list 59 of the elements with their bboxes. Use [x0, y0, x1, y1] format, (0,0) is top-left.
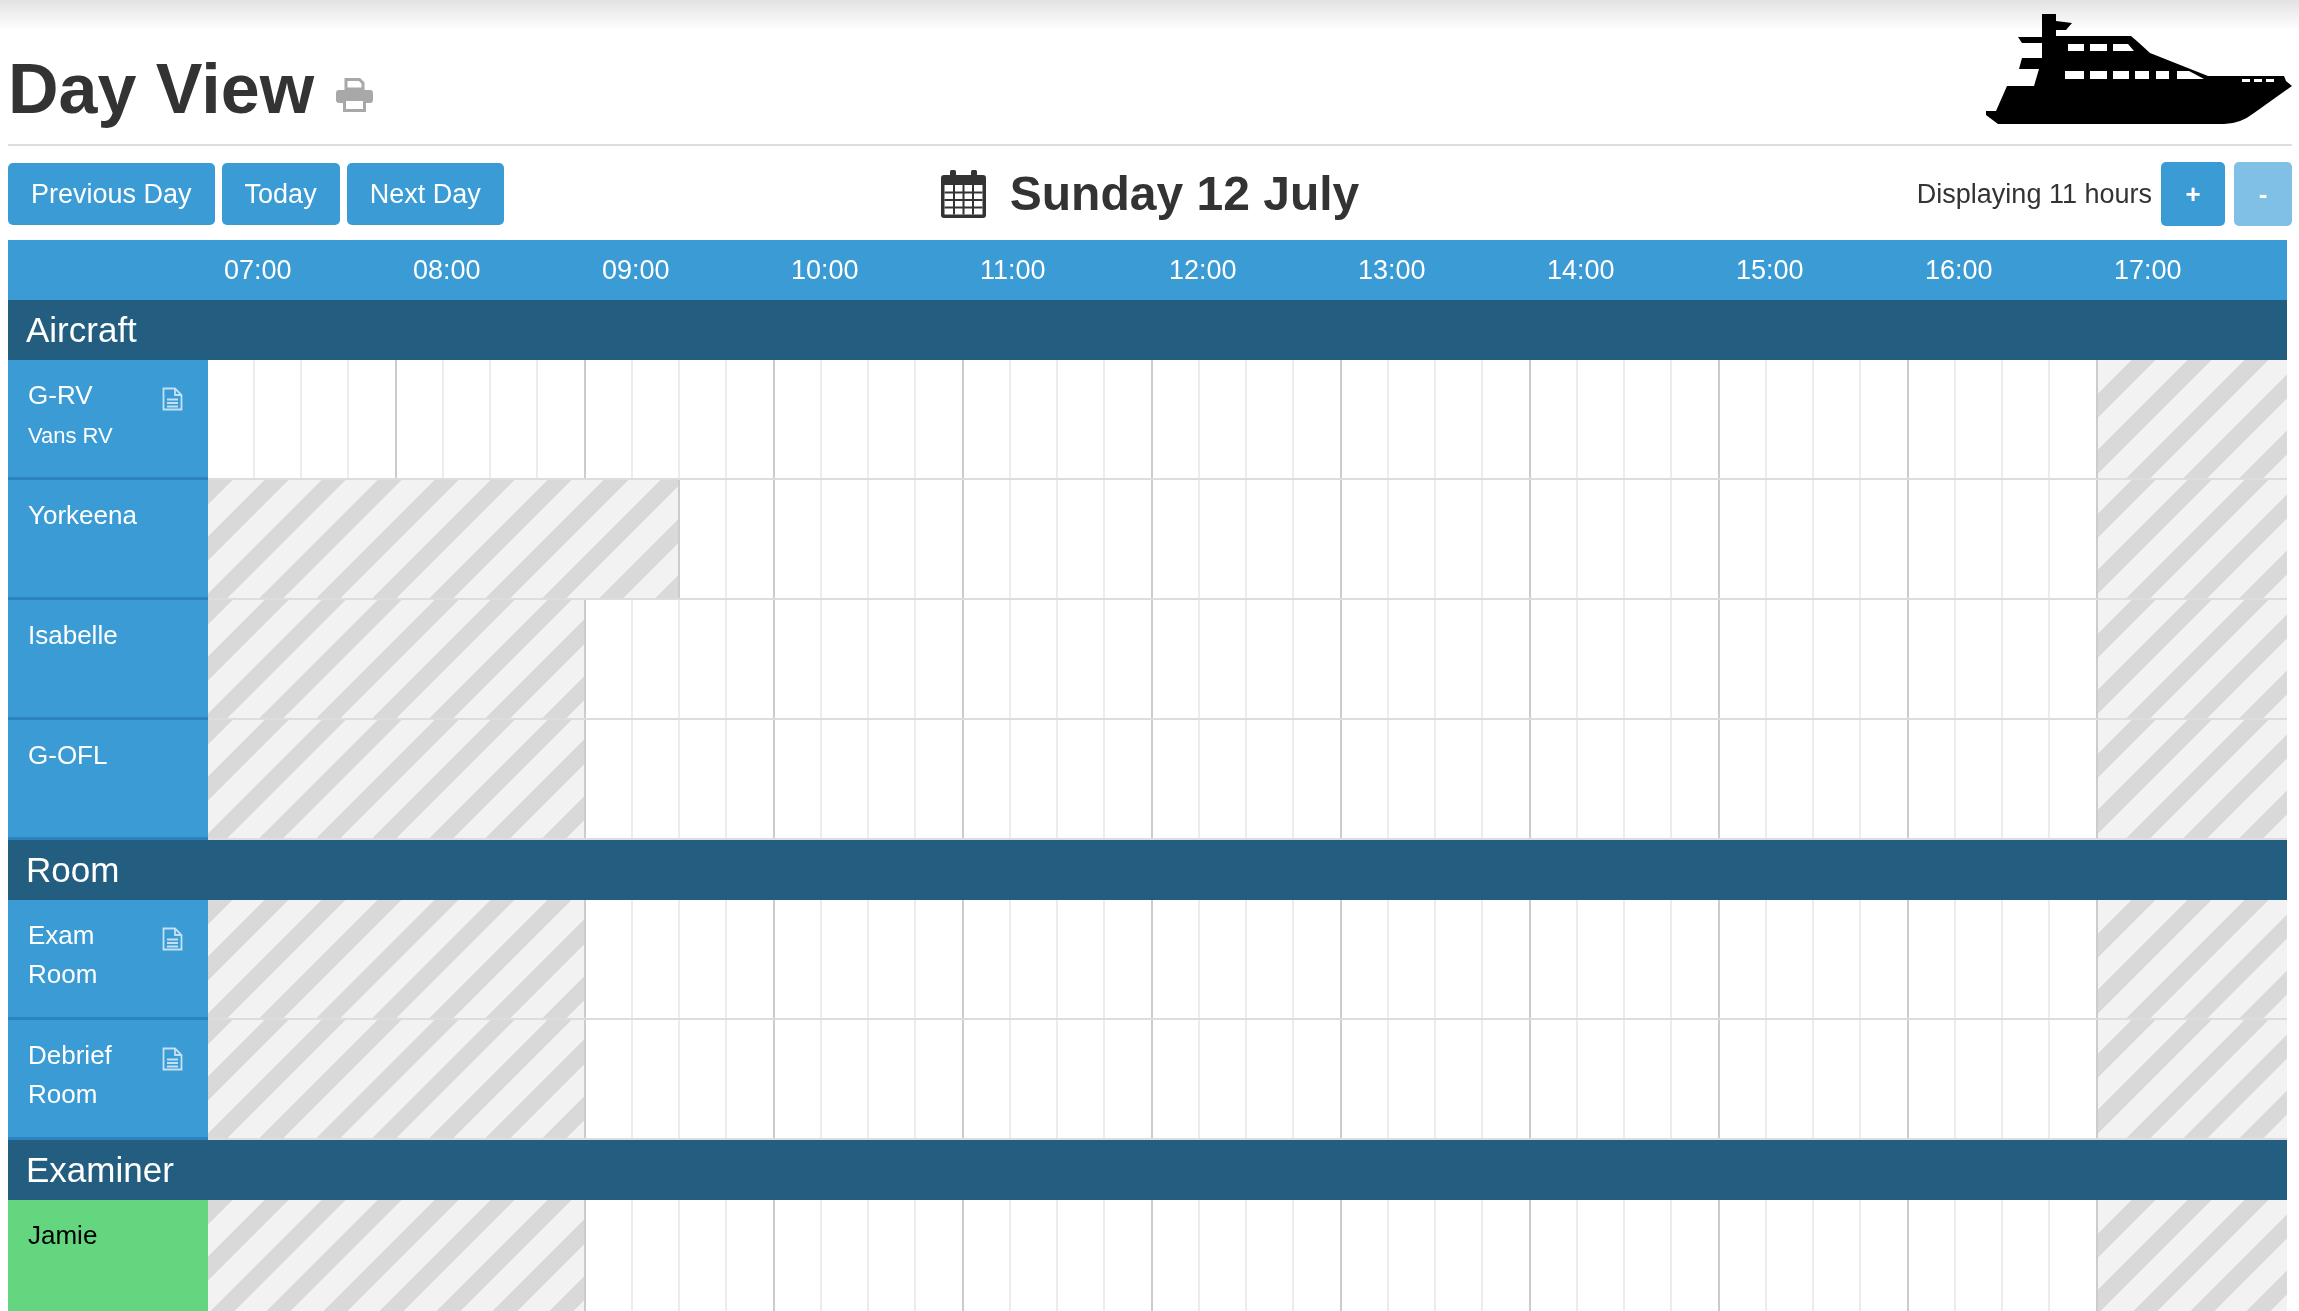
time-slot[interactable]	[208, 900, 255, 1018]
time-slot[interactable]	[538, 720, 586, 838]
time-slot[interactable]	[2239, 900, 2287, 1018]
resource-name: Jamie	[28, 1219, 98, 1252]
resource-name: Isabelle	[28, 619, 118, 652]
document-icon[interactable]	[162, 1047, 183, 1071]
date-heading: Sunday 12 July	[1009, 166, 1360, 222]
time-slot[interactable]	[538, 900, 586, 1018]
hour-label: 08:00	[413, 253, 481, 287]
resource-name: Debrief Room	[28, 1039, 113, 1111]
time-slot[interactable]	[538, 1200, 586, 1311]
time-slot[interactable]	[633, 480, 680, 598]
time-slot[interactable]	[208, 1020, 255, 1138]
hour-label: 14:00	[1547, 253, 1615, 287]
time-slot[interactable]	[2239, 1200, 2287, 1311]
time-slot[interactable]	[2098, 1020, 2145, 1138]
time-slot[interactable]	[2098, 480, 2145, 598]
hour-label: 07:00	[224, 253, 292, 287]
time-slot[interactable]	[2098, 360, 2145, 478]
hour-label: 11:00	[980, 253, 1046, 287]
hour-label: 10:00	[791, 253, 859, 287]
time-slot[interactable]	[538, 1020, 586, 1138]
hour-label: 16:00	[1925, 253, 1993, 287]
hour-label: 13:00	[1358, 253, 1426, 287]
section-title: Room	[26, 848, 120, 891]
time-slot[interactable]	[2239, 1020, 2287, 1138]
document-icon[interactable]	[162, 927, 183, 951]
resource-name: Exam Room	[28, 919, 99, 991]
time-slot[interactable]	[208, 720, 255, 838]
time-slot[interactable]	[2098, 720, 2145, 838]
zoom-button[interactable]: +	[2161, 162, 2225, 226]
resource-name: Yorkeena	[28, 499, 137, 532]
time-slot[interactable]	[208, 1200, 255, 1311]
time-slot[interactable]	[2239, 360, 2287, 478]
resource-name: G-OFL	[28, 739, 108, 772]
calendar-icon	[940, 170, 986, 218]
hour-label: 15:00	[1736, 253, 1804, 287]
resource-name: G-RV	[28, 379, 94, 412]
time-slot[interactable]	[208, 600, 255, 718]
hour-label: 09:00	[602, 253, 670, 287]
section-title: Examiner	[26, 1148, 174, 1191]
document-icon[interactable]	[162, 387, 183, 411]
time-slot[interactable]	[2239, 720, 2287, 838]
hour-label: 12:00	[1169, 253, 1237, 287]
hours-display-text: Displaying 11 hours	[1916, 177, 2152, 211]
hour-label: 17:00	[2114, 253, 2182, 287]
nav-button[interactable]: Next Day	[346, 163, 504, 225]
time-slot[interactable]	[2098, 600, 2145, 718]
time-slot[interactable]	[2098, 1200, 2145, 1311]
nav-button[interactable]: Today	[221, 163, 340, 225]
resource-subtitle: Vans RV	[28, 422, 113, 450]
time-slot[interactable]	[2098, 900, 2145, 1018]
time-slot[interactable]	[2239, 480, 2287, 598]
time-slot[interactable]	[538, 600, 586, 718]
section-title: Aircraft	[26, 308, 137, 351]
nav-button[interactable]: Previous Day	[8, 163, 215, 225]
time-slot[interactable]	[208, 480, 255, 598]
printer-icon[interactable]	[336, 78, 374, 112]
time-slot[interactable]	[2239, 600, 2287, 718]
